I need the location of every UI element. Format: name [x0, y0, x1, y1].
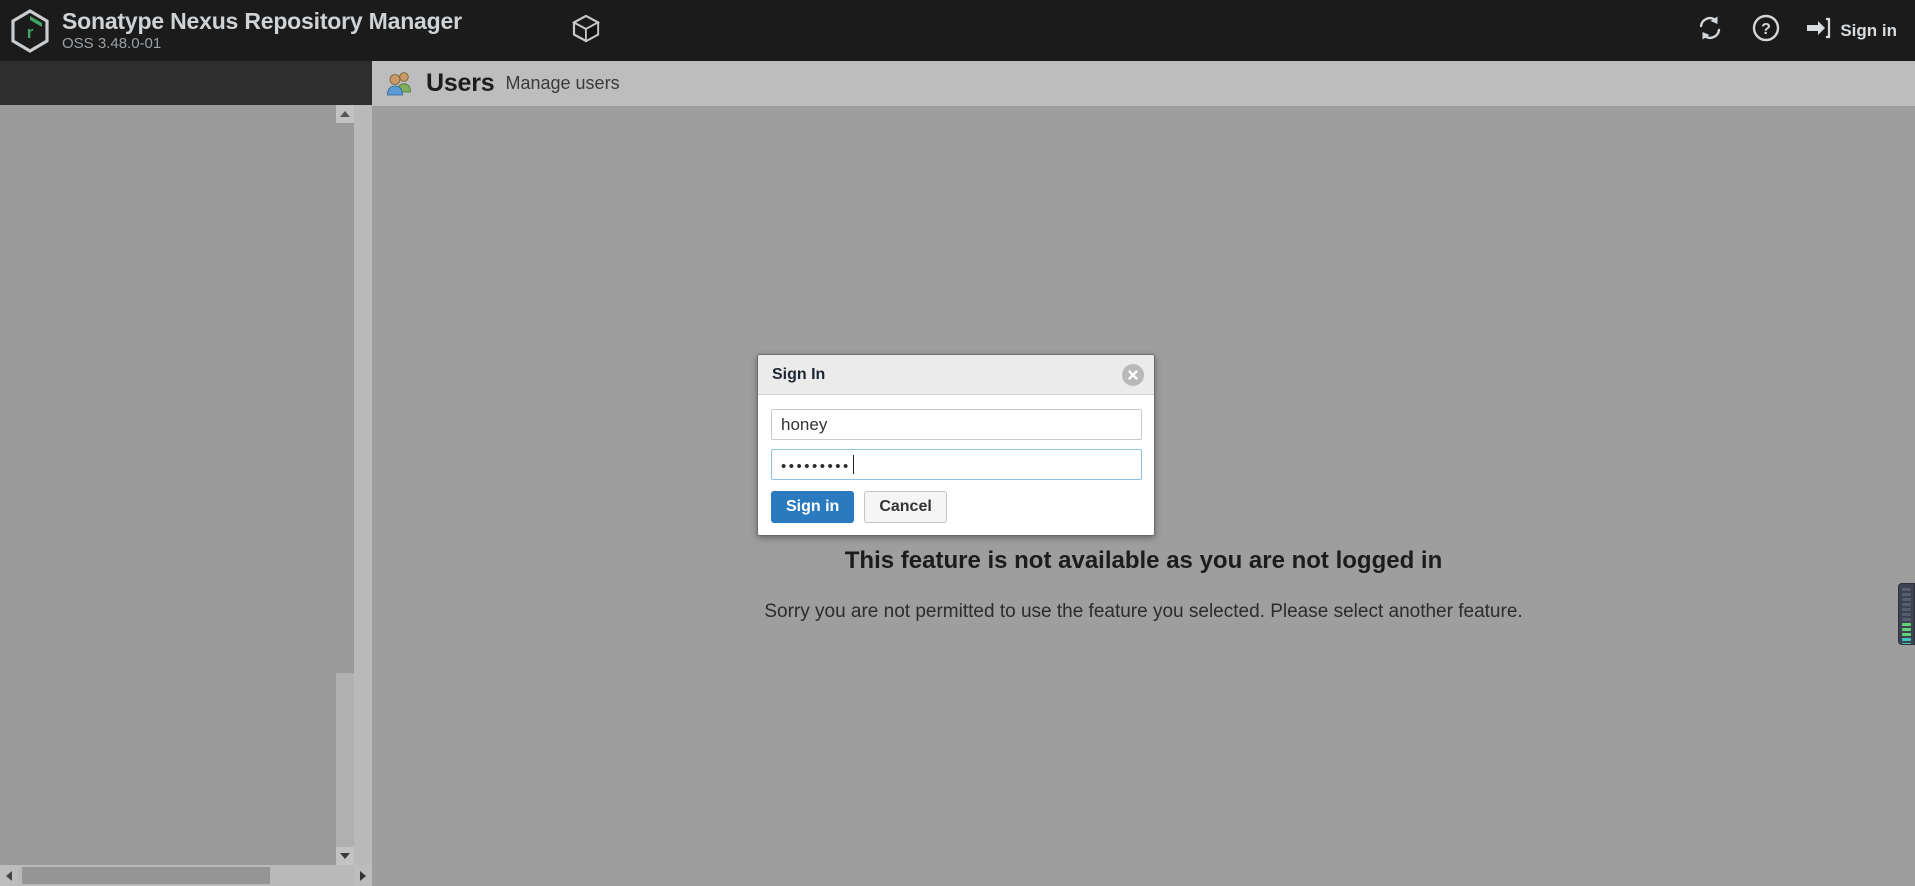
- cancel-button[interactable]: Cancel: [864, 491, 947, 523]
- edge-bar-active: [1902, 638, 1911, 641]
- page-subtitle: Manage users: [505, 73, 620, 93]
- triangle-left-glyph: [6, 870, 12, 881]
- sidebar-subheader-bar: [0, 61, 372, 105]
- brand-title: Sonatype Nexus Repository Manager: [62, 8, 462, 35]
- refresh-sync-icon: [1696, 14, 1724, 47]
- edge-bar: [1902, 608, 1911, 611]
- edge-bar: [1902, 618, 1911, 621]
- sidebar-content-panel: [0, 105, 354, 865]
- triangle-down-glyph: [340, 853, 350, 859]
- edge-bar: [1902, 588, 1911, 591]
- dialog-button-row: Sign in Cancel: [771, 491, 1141, 523]
- dialog-title: Sign In: [772, 365, 826, 383]
- top-header-bar: r Sonatype Nexus Repository Manager OSS …: [0, 0, 1915, 61]
- edge-bar-active: [1902, 633, 1911, 636]
- sidebar-horizontal-scrollbar[interactable]: [0, 865, 372, 886]
- sidebar-right-strip: [354, 105, 372, 865]
- triangle-right-glyph: [360, 870, 366, 881]
- password-masked-value: •••••••••: [781, 457, 851, 475]
- browse-nav-button[interactable]: [560, 5, 612, 57]
- text-caret: [852, 455, 854, 474]
- svg-text:r: r: [27, 23, 34, 42]
- application-window: r Sonatype Nexus Repository Manager OSS …: [0, 0, 1915, 886]
- permission-message-block: This feature is not available as you are…: [372, 547, 1915, 623]
- left-sidebar: [0, 61, 372, 886]
- users-group-icon: [385, 69, 415, 99]
- edge-indicator-widget[interactable]: [1898, 583, 1915, 645]
- close-circle-icon[interactable]: [1122, 363, 1144, 386]
- svg-text:?: ?: [1761, 21, 1771, 38]
- edge-bar-active: [1902, 623, 1911, 626]
- edge-bar: [1902, 598, 1911, 601]
- sidebar-vertical-scrollbar[interactable]: [336, 105, 354, 865]
- edge-bar-active: [1902, 643, 1911, 644]
- sidebar-vscroll-thumb[interactable]: [336, 123, 354, 673]
- edge-bar: [1902, 613, 1911, 616]
- page-header: Users Manage users: [372, 61, 1915, 106]
- refresh-button[interactable]: [1693, 14, 1727, 48]
- brand-text: Sonatype Nexus Repository Manager OSS 3.…: [62, 9, 462, 52]
- scroll-arrow-left-icon[interactable]: [0, 865, 18, 886]
- brand-version: OSS 3.48.0-01: [62, 35, 162, 53]
- page-title: Users: [426, 69, 495, 97]
- sign-in-label: Sign in: [1840, 20, 1897, 40]
- brand-block[interactable]: r Sonatype Nexus Repository Manager OSS …: [0, 0, 462, 61]
- sign-in-button[interactable]: Sign in: [1805, 16, 1901, 45]
- question-mark-help-icon: ?: [1752, 14, 1780, 47]
- edge-bar-active: [1902, 628, 1911, 631]
- edge-bar: [1902, 593, 1911, 596]
- permission-heading: This feature is not available as you are…: [844, 547, 1443, 574]
- scroll-arrow-right-icon[interactable]: [354, 865, 372, 886]
- sign-in-dialog: Sign In ••••••••• Sign in Cancel: [757, 354, 1155, 536]
- scroll-arrow-down-icon[interactable]: [336, 847, 354, 865]
- dialog-body: ••••••••• Sign in Cancel: [758, 395, 1154, 535]
- permission-detail: Sorry you are not permitted to use the f…: [764, 601, 1523, 622]
- edge-bar: [1902, 603, 1911, 606]
- top-header-actions: ? Sign in: [1693, 0, 1901, 61]
- password-input[interactable]: •••••••••: [771, 449, 1142, 480]
- sign-in-submit-button[interactable]: Sign in: [771, 491, 855, 523]
- username-input[interactable]: [771, 409, 1142, 440]
- scroll-arrow-up-icon[interactable]: [336, 105, 354, 123]
- top-nav-group: [560, 0, 612, 61]
- sidebar-hscroll-thumb[interactable]: [22, 867, 270, 884]
- cube-box-icon: [571, 13, 601, 48]
- sign-in-arrow-icon: [1805, 16, 1831, 45]
- help-button[interactable]: ?: [1749, 14, 1783, 48]
- dialog-header: Sign In: [758, 355, 1154, 395]
- triangle-up-glyph: [340, 111, 350, 117]
- nexus-hexagon-logo-icon: r: [10, 8, 50, 53]
